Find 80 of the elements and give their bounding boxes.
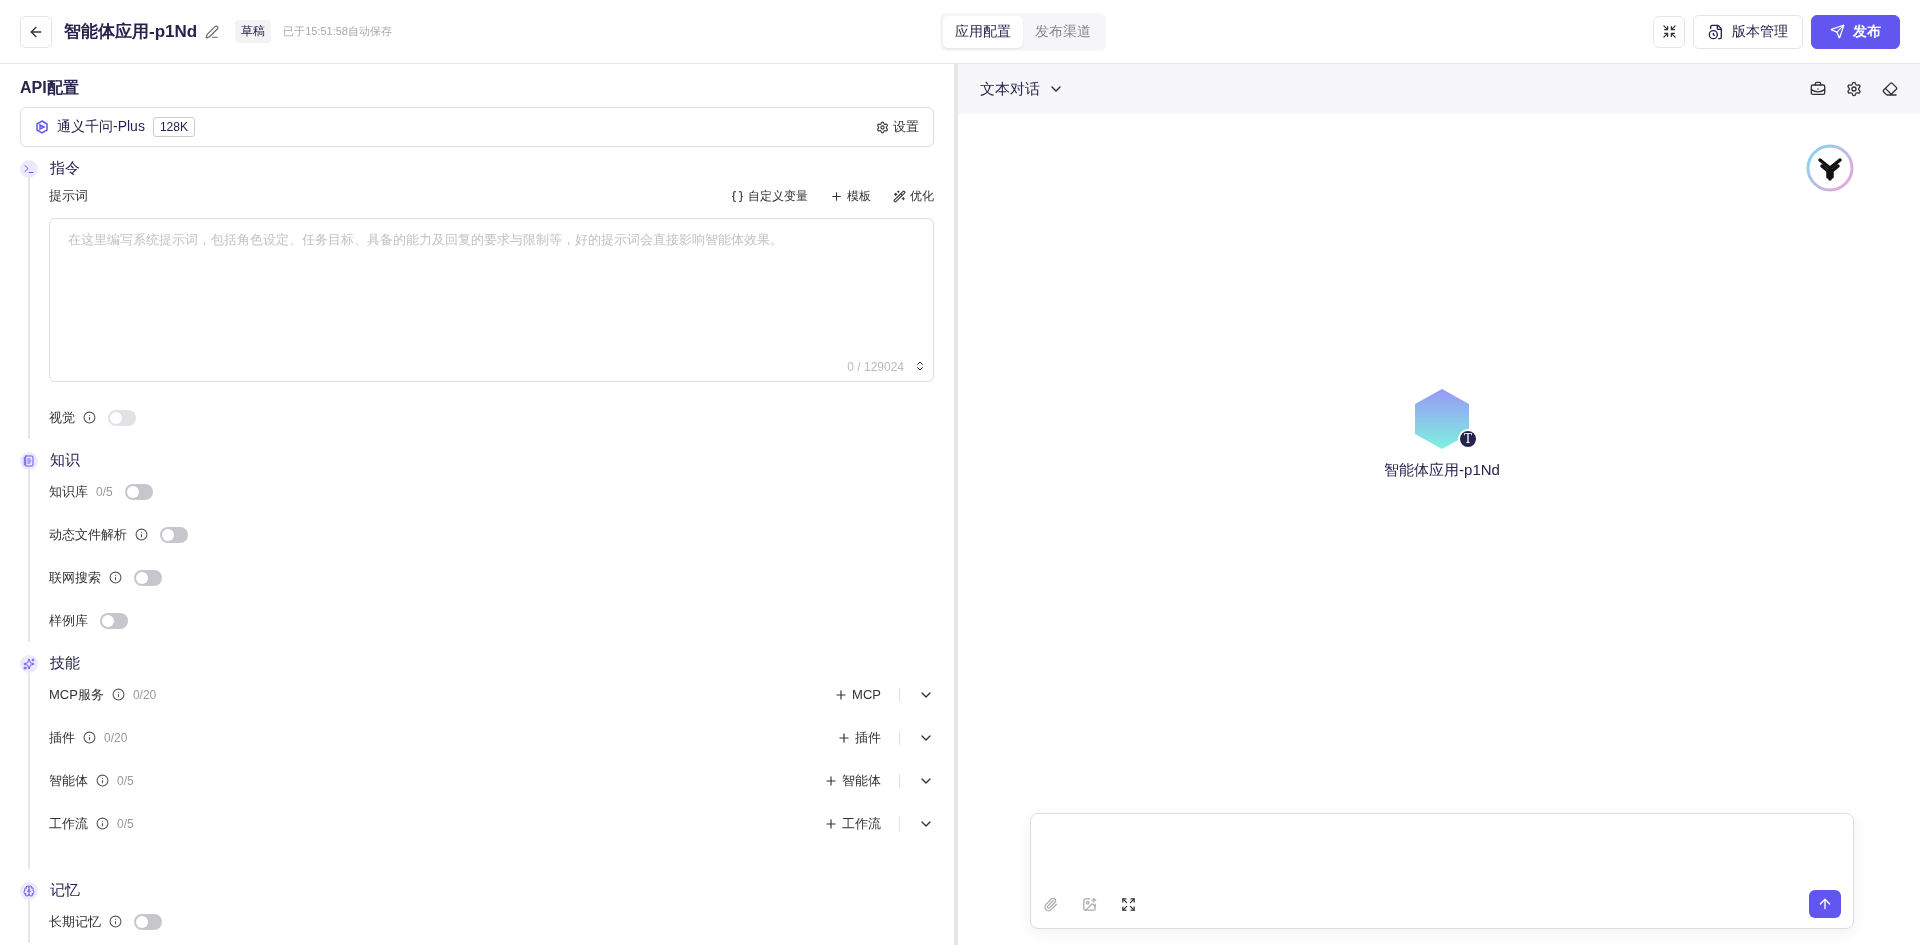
- action-icon: [893, 189, 906, 203]
- context-badge: 128K: [152, 117, 195, 137]
- status-badge: 草稿: [235, 20, 272, 43]
- section-title: 指令: [50, 159, 80, 178]
- section-icon: [20, 451, 38, 470]
- plus-icon: [824, 816, 838, 831]
- publish-button[interactable]: 发布: [1811, 14, 1900, 49]
- toggle-switch[interactable]: [134, 569, 162, 586]
- section-heading: API配置: [20, 78, 80, 98]
- usage-count: 0/20: [104, 730, 128, 745]
- setting-label: 联网搜索: [49, 568, 101, 587]
- plus-icon: [824, 773, 838, 788]
- section-icon: [20, 159, 38, 178]
- avatar-badge: T: [1458, 429, 1478, 449]
- usage-count: 0/5: [96, 484, 113, 499]
- model-selector[interactable]: 通义千问-Plus 128K 设置: [20, 107, 934, 147]
- usage-count: 0/5: [117, 773, 134, 788]
- send-button[interactable]: [1809, 890, 1841, 918]
- settings-link[interactable]: 设置: [876, 118, 919, 136]
- setting-label: MCP服务: [49, 685, 104, 704]
- char-counter: 0 / 129024: [847, 360, 904, 374]
- info-icon[interactable]: [109, 571, 122, 584]
- version-button[interactable]: 版本管理: [1693, 14, 1803, 49]
- plus-icon: [837, 730, 851, 745]
- toggle-switch[interactable]: [134, 913, 162, 930]
- info-icon[interactable]: [109, 915, 122, 928]
- save-note: 已于15:51:58自动保存: [283, 24, 392, 39]
- mode-dropdown[interactable]: 文本对话: [980, 79, 1064, 99]
- send-icon: [1830, 24, 1845, 39]
- app-title: 智能体应用-p1Nd: [64, 21, 198, 43]
- setting-label: 长期记忆: [49, 912, 101, 931]
- message-field[interactable]: [1030, 813, 1854, 929]
- setting-label: 样例库: [49, 611, 88, 630]
- toggle-switch[interactable]: [100, 612, 128, 629]
- toggle-switch[interactable]: [160, 526, 188, 543]
- info-icon[interactable]: [111, 688, 125, 701]
- toggle-switch[interactable]: [124, 483, 153, 500]
- model-logo-icon: [35, 120, 49, 134]
- agent-avatar-icon: [1412, 387, 1472, 451]
- usage-count: 0/20: [132, 687, 157, 702]
- setting-label: 视觉: [49, 408, 75, 427]
- add-link[interactable]: MCP: [834, 687, 881, 702]
- section-icon: [20, 881, 38, 900]
- info-icon[interactable]: [83, 731, 96, 744]
- assistant-logo-icon[interactable]: [1806, 144, 1854, 192]
- section-title: 知识: [50, 451, 80, 470]
- action-icon: [731, 189, 744, 203]
- shrink-icon: [1661, 24, 1677, 39]
- info-icon[interactable]: [96, 774, 109, 787]
- briefcase-icon[interactable]: [1810, 81, 1826, 97]
- expand-icon[interactable]: [1121, 896, 1136, 912]
- collapse-button[interactable]: [1653, 15, 1685, 48]
- prompt-action-link[interactable]: 自定义变量: [731, 187, 808, 205]
- add-link[interactable]: 工作流: [824, 814, 881, 833]
- setting-label: 动态文件解析: [49, 525, 127, 544]
- usage-count: 0/5: [117, 816, 134, 831]
- setting-label: 智能体: [49, 771, 88, 790]
- add-link[interactable]: 智能体: [824, 771, 881, 790]
- section-title: 技能: [50, 654, 80, 673]
- setting-label: 知识库: [49, 482, 88, 501]
- setting-label: 工作流: [49, 814, 88, 833]
- prompt-action-link[interactable]: 模板: [830, 187, 871, 205]
- info-icon[interactable]: [135, 528, 148, 541]
- plus-icon: [834, 687, 849, 702]
- add-link[interactable]: 插件: [837, 728, 881, 747]
- prompt-action-link[interactable]: 优化: [893, 187, 934, 205]
- gear-icon: [876, 120, 889, 134]
- setting-label: 插件: [49, 728, 75, 747]
- prompt-label: 提示词: [49, 187, 88, 205]
- tab[interactable]: 应用配置: [942, 15, 1023, 48]
- settings-icon[interactable]: [1846, 81, 1862, 97]
- back-button[interactable]: [20, 15, 52, 48]
- agent-name: 智能体应用-p1Nd: [1384, 461, 1500, 480]
- section-icon: [20, 654, 38, 673]
- action-icon: [830, 189, 843, 203]
- file-clock-icon: [1708, 23, 1724, 40]
- edit-icon[interactable]: [205, 24, 220, 39]
- section-title: 记忆: [50, 881, 80, 900]
- info-icon[interactable]: [96, 817, 109, 830]
- resize-icon[interactable]: [914, 360, 926, 372]
